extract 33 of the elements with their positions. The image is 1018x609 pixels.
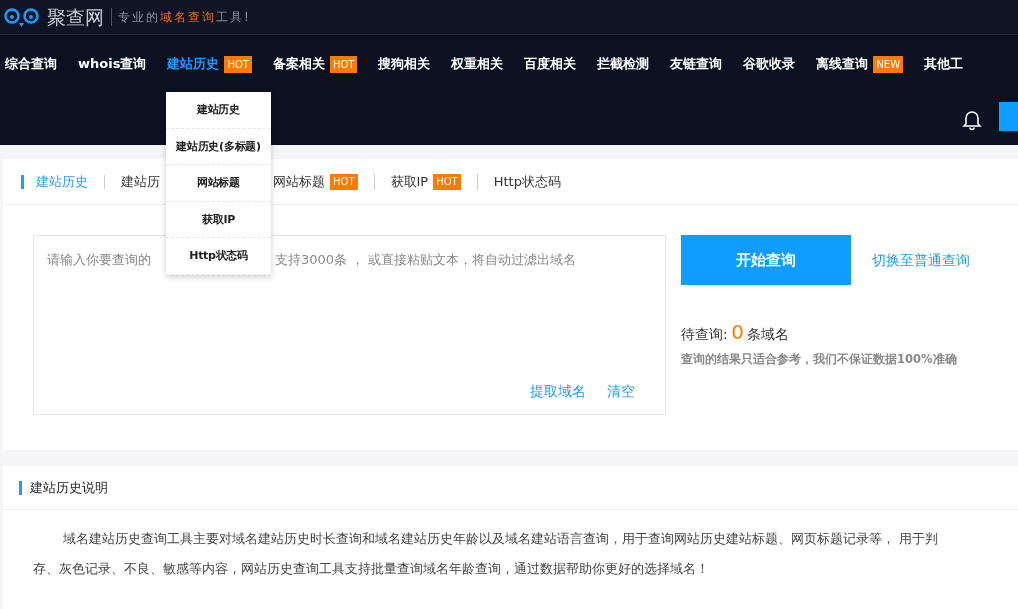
section-title: 建站历史说明 [30,478,108,497]
site-name: 聚查网 [47,4,104,30]
nav-link[interactable]: 离线查询 [816,54,869,74]
pending-label: 待查询: [681,325,728,344]
tab[interactable]: 建站历 [121,174,160,189]
hot-badge: HOT [433,173,461,190]
nav-link[interactable]: 备案相关 [272,54,325,74]
tab[interactable]: Http状态码 [493,174,561,189]
tab[interactable]: 网站标题 [273,174,325,189]
nav-link[interactable]: 权重相关 [451,54,504,74]
paragraph-line: 存、灰色记录、不良、敏感等内容，网站历史查询工具支持批量查询域名年龄查询，通过数据帮助你更好的选择域名！ [33,560,710,578]
nav-link[interactable]: 建站历史 [167,54,220,74]
nav-link[interactable]: 其他工 [924,54,964,74]
nav-link[interactable]: 百度相关 [524,54,577,74]
placeholder-text: 请输入你要查询的 [47,251,151,269]
nav-link[interactable]: whois查询 [78,54,147,74]
pending-unit: 条域名 [747,325,790,344]
dropdown-item[interactable]: 建站历史 [166,92,271,129]
tab[interactable]: 获取IP [390,174,429,189]
nav-link[interactable]: 拦截检测 [597,54,650,74]
pending-count: 0 [731,319,744,346]
paragraph-line: 域名建站历史查询工具主要对域名建站历史时长查询和域名建站历史年龄以及域名建站语言查询，用于查询网站历史建站标题、网页标题记录等， 用于判 [62,530,940,548]
hot-badge: HOT [224,55,252,73]
nav-link[interactable]: 搜狗相关 [378,54,431,74]
nav-link[interactable]: 综合查询 [5,54,57,74]
slogan: 专业的 域名查询 工具! [111,8,251,26]
nav-link[interactable]: 谷歌收录 [743,54,796,74]
nav-link[interactable]: 友链查询 [670,54,723,74]
hot-badge: NEW [873,55,904,73]
hot-badge: HOT [330,173,358,190]
placeholder-text: 支持3000条 ， 或直接粘贴文本，将自动过滤出域名 [275,251,577,269]
disclaimer-text: 查询的结果只适合参考，我们不保证数据100%准确 [681,351,958,368]
hot-badge: HOT [329,55,358,73]
